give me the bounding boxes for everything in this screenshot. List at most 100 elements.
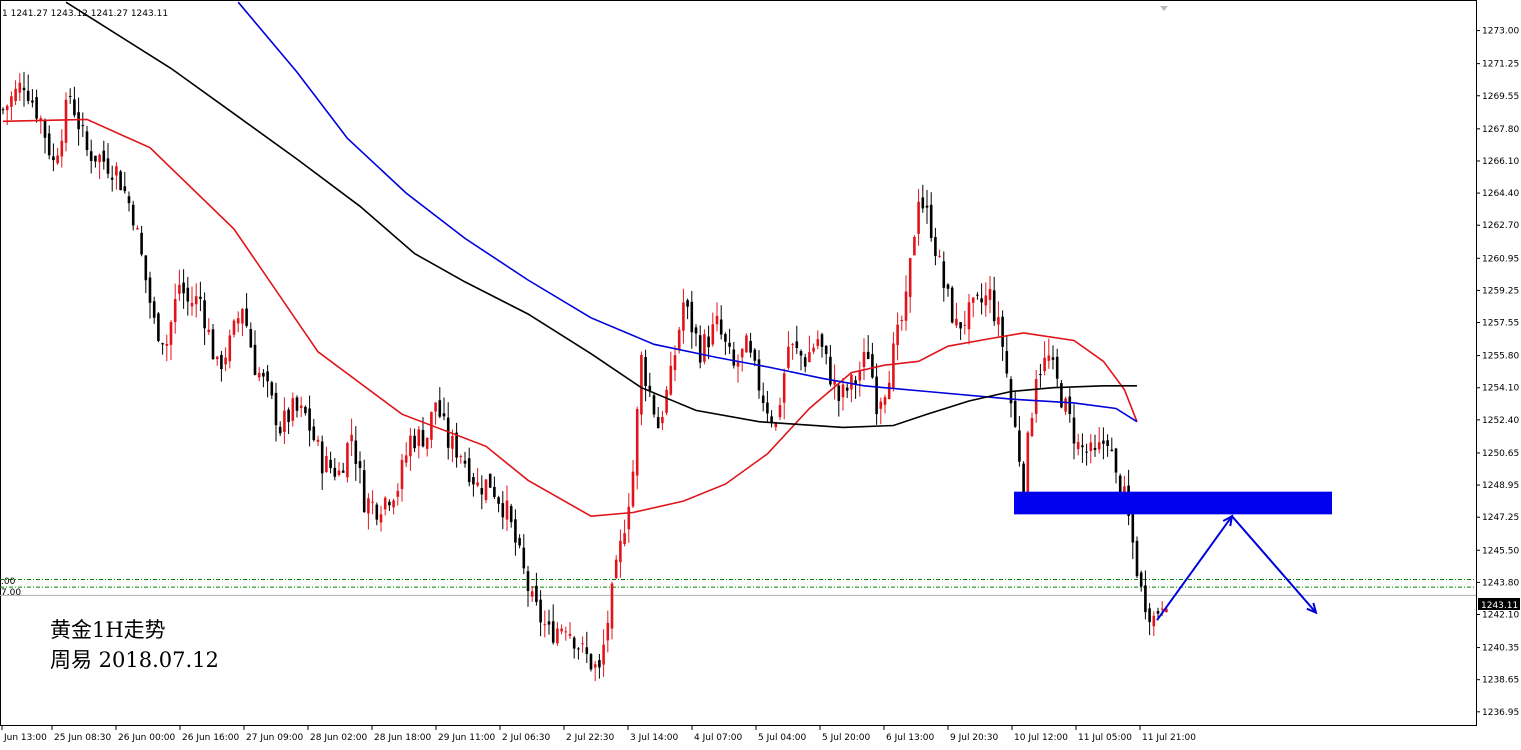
candle-body [644,357,647,386]
candle-body [10,96,13,107]
candle-body [1043,357,1046,372]
candle-body [665,389,668,413]
candle-body [94,155,97,162]
candle-body [606,622,610,641]
candle-body [593,664,597,668]
candle-body [719,319,723,335]
candle-body [1089,442,1093,452]
candle-body [77,112,80,130]
candle-body [698,335,702,363]
candle-body [1093,447,1097,450]
candle-body [514,519,517,543]
candle-body [803,357,807,367]
candle-body [942,261,946,288]
candle-body [1022,463,1025,495]
candle-body [539,599,542,623]
candle-body [81,125,85,127]
candle-body [26,90,30,102]
candle-body [190,303,194,307]
time-tick-label: 11 Jul 05:00 [1078,733,1132,743]
candle-body [900,319,904,321]
candle-body [904,291,908,321]
candle-body [14,88,17,102]
price-tick-label: 1259.25 [1482,286,1519,296]
candle-body [820,334,824,347]
candle-body [1144,585,1147,613]
candle-body [1068,396,1072,415]
candle-body [257,372,261,378]
price-tick-label: 1242.10 [1482,611,1519,621]
candle-body [245,308,248,326]
candle-body [505,500,509,520]
candle-body [354,440,358,464]
time-tick-label: 27 Jun 09:00 [246,733,303,743]
time-tick-label: 2 Jul 22:30 [566,733,615,743]
annotation-title: 黄金1H走势 [50,618,166,642]
candle-body [757,359,761,391]
candle-body [631,471,635,507]
price-tick-label: 1240.35 [1482,644,1519,654]
candle-body [795,341,799,349]
candle-body [841,384,845,398]
candle-body [295,397,299,411]
candle-body [1110,449,1114,452]
ohlc-readout: 1 1241.27 1243.12 1241.27 1243.11 [2,9,168,19]
candle-body [686,300,689,307]
candle-body [220,354,223,370]
price-tick-label: 1271.25 [1482,60,1519,70]
candle-body [379,514,383,523]
candle-body [1131,511,1135,543]
candle-body [1001,316,1004,347]
candle-body [1106,440,1109,446]
candle-body [627,506,631,530]
candle-body [501,503,505,518]
time-tick-label: 6 Jul 13:00 [886,733,935,743]
candle-body [241,309,244,324]
candle-body [266,371,269,382]
time-tick-label: Jun 13:00 [3,733,47,743]
candle-body [1085,451,1088,453]
candle-body [1055,356,1059,379]
candle-body [908,258,912,297]
candle-body [375,504,379,520]
candle-body [913,236,916,256]
candle-body [199,296,202,299]
candle-body [392,500,395,508]
candlestick-chart: 1273.00 1271.25 1269.55 1267.80 1266.10 1264.… [0,0,1521,750]
time-tick-label: 3 Jul 14:00 [630,733,679,743]
candle-body [488,473,492,488]
price-tick-label: 1243.80 [1482,578,1519,588]
candle-body [425,437,429,449]
candle-body [656,417,660,429]
candle-body [925,205,929,208]
candle-body [791,343,794,345]
candle-body [413,435,416,449]
candle-body [858,371,862,381]
candle-body [1034,379,1038,414]
time-tick-label: 28 Jun 02:00 [310,733,367,743]
candle-body [635,408,639,476]
candle-body [896,324,899,346]
candle-body [1013,400,1017,427]
candle-body [232,320,236,335]
time-tick-label: 29 Jun 11:00 [438,733,495,743]
candle-body [564,631,568,633]
candle-body [614,559,618,579]
candle-body [224,357,227,365]
candle-body [1076,441,1080,450]
price-badge: 1243.11 [1481,601,1518,611]
candle [665,386,668,416]
candle-body [812,347,815,352]
candle-body [459,456,463,458]
candle-body [610,583,614,629]
candle-body [1047,355,1051,361]
candle-body [715,315,719,325]
candle-body [1148,608,1151,623]
candle-body [850,374,853,390]
candle-body [493,486,496,498]
price-tick-label: 1257.55 [1482,319,1519,329]
candle-body [518,538,521,546]
candle [488,473,492,489]
candle-body [824,345,828,355]
candle-body [787,346,790,368]
